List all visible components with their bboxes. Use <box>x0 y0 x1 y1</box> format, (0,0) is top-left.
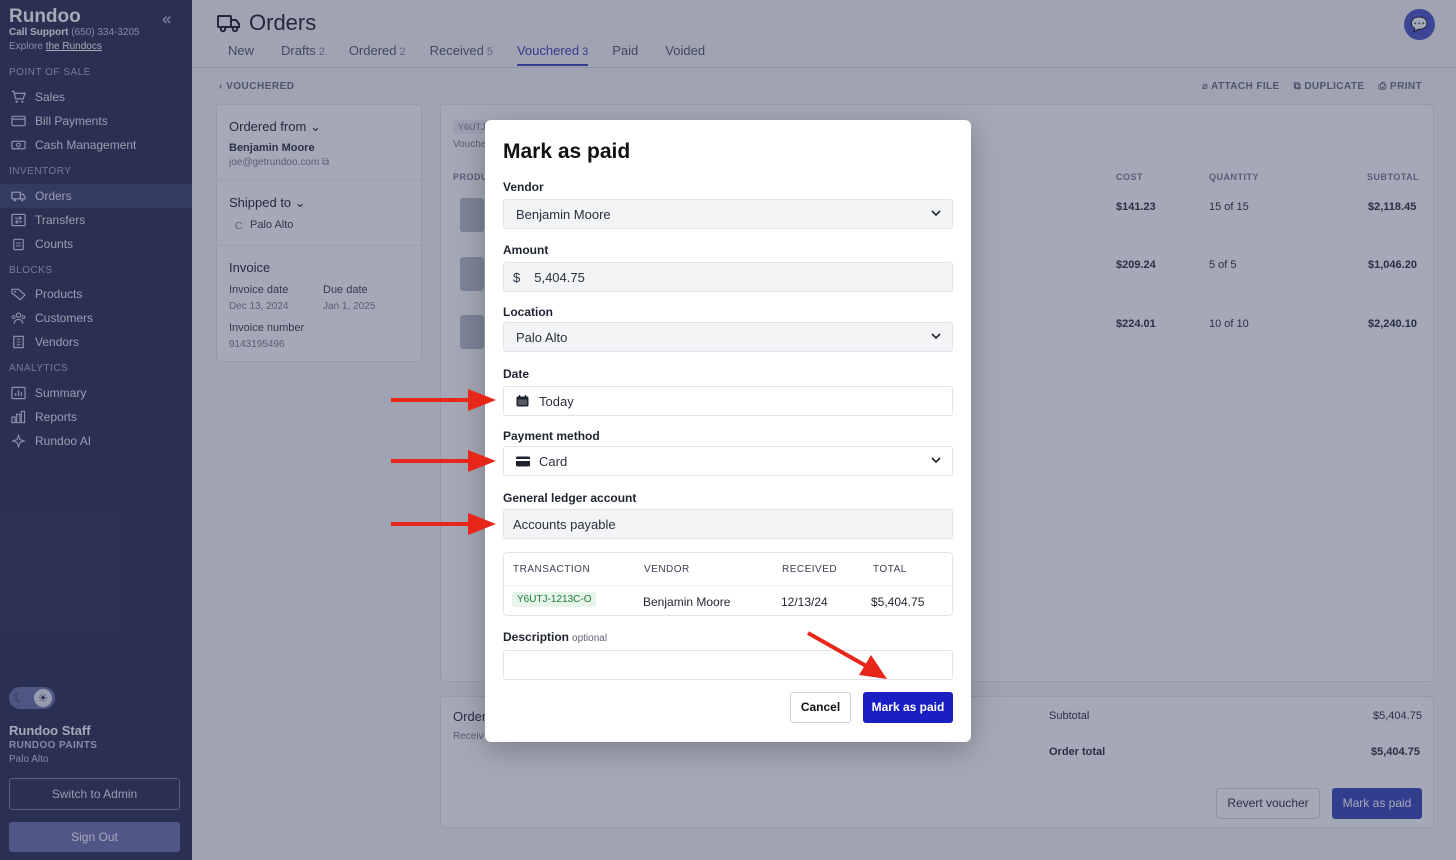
mark-as-paid-dialog: Mark as paid Vendor Benjamin Moore Amoun… <box>485 120 971 742</box>
transaction-table: TRANSACTION VENDOR RECEIVED TOTAL Y6UTJ-… <box>503 552 953 616</box>
payment-method-label: Payment method <box>503 429 600 443</box>
date-label: Date <box>503 367 530 381</box>
credit-card-icon <box>516 455 530 467</box>
location-label: Location <box>503 305 553 319</box>
vendor-select-value: Benjamin Moore <box>516 206 611 222</box>
description-label: Description optional <box>503 630 608 644</box>
payment-method-value: Card <box>539 453 568 469</box>
currency-symbol: $ <box>513 269 521 285</box>
amount-value: 5,404.75 <box>534 269 585 285</box>
date-value: Today <box>539 393 574 409</box>
tx-header-vendor: VENDOR <box>644 564 690 575</box>
dialog-title: Mark as paid <box>503 140 631 163</box>
tx-header-transaction: TRANSACTION <box>513 564 591 575</box>
payment-method-select[interactable]: Card <box>503 446 953 476</box>
cancel-button[interactable]: Cancel <box>790 692 851 723</box>
chevron-down-icon <box>931 210 941 217</box>
gl-account-label: General ledger account <box>503 491 637 505</box>
calendar-icon <box>516 395 530 407</box>
gl-account-field: Accounts payable <box>503 509 953 539</box>
divider <box>504 585 952 586</box>
location-select[interactable]: Palo Alto <box>503 322 953 352</box>
tx-header-received: RECEIVED <box>782 564 838 575</box>
tx-total: $5,404.75 <box>871 595 925 609</box>
chevron-down-icon <box>931 333 941 340</box>
tx-header-total: TOTAL <box>873 564 907 575</box>
date-picker[interactable]: Today <box>503 386 953 416</box>
optional-hint: optional <box>572 633 608 644</box>
vendor-select[interactable]: Benjamin Moore <box>503 199 953 229</box>
amount-input[interactable]: $ 5,404.75 <box>503 262 953 292</box>
transaction-id-badge[interactable]: Y6UTJ-1213C-O <box>512 592 597 607</box>
vendor-label: Vendor <box>503 180 544 194</box>
tx-received: 12/13/24 <box>781 595 828 609</box>
location-select-value: Palo Alto <box>516 329 568 345</box>
tx-vendor: Benjamin Moore <box>643 595 731 609</box>
amount-label: Amount <box>503 243 549 257</box>
description-input[interactable] <box>503 650 953 680</box>
chevron-down-icon <box>931 457 941 464</box>
gl-account-value: Accounts payable <box>513 516 616 532</box>
mark-as-paid-button[interactable]: Mark as paid <box>863 692 953 723</box>
